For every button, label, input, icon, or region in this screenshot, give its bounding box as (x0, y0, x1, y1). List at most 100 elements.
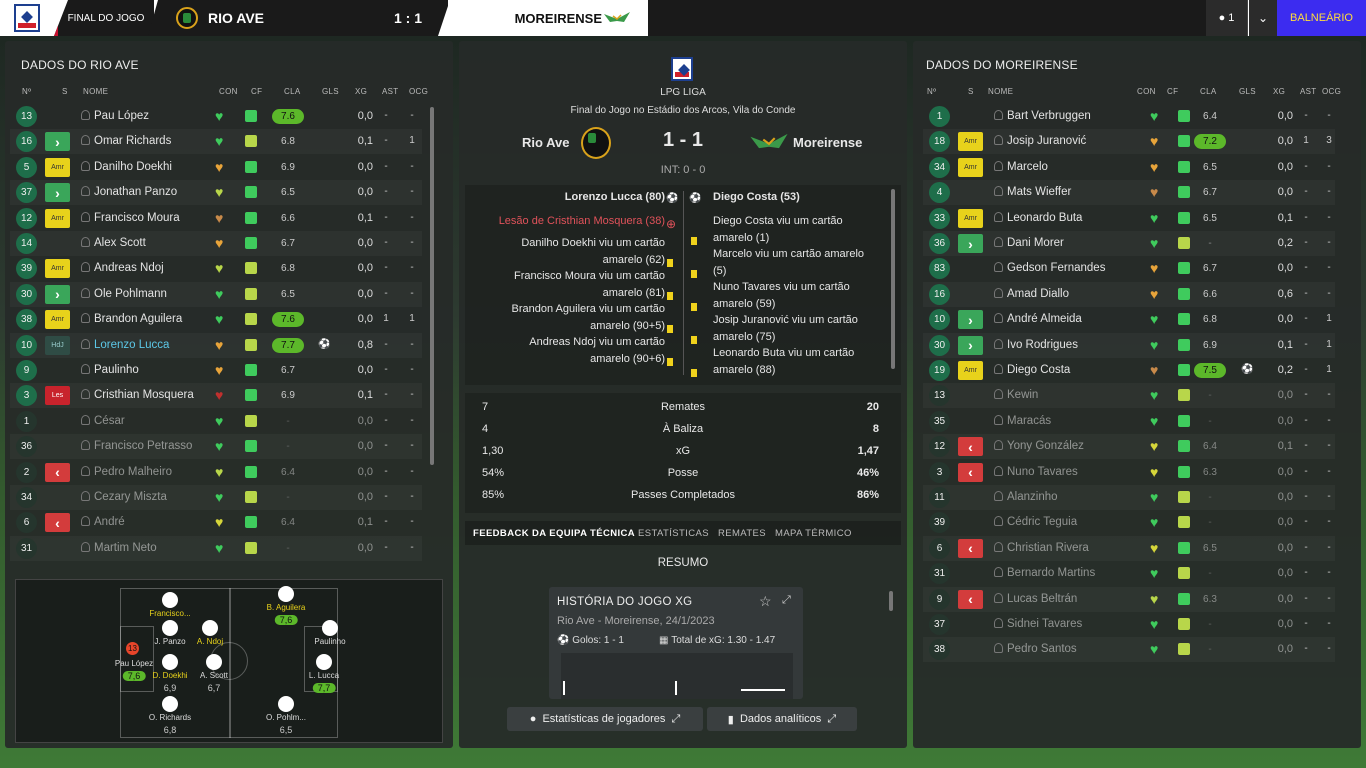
player-name[interactable]: Lucas Beltrán (1007, 593, 1077, 605)
player-name[interactable]: Christian Rivera (1007, 542, 1089, 554)
header-gls[interactable]: GLS (322, 87, 339, 96)
tab-shots[interactable]: REMATES (718, 528, 766, 539)
player-name[interactable]: André (94, 516, 125, 528)
analytics-button[interactable]: ▮ Dados analíticos ⤢ (707, 707, 857, 731)
player-name[interactable]: Cristhian Mosquera (94, 389, 194, 401)
player-row[interactable]: 1 Bart Verbruggen ♥ 6.4 0,0- - (923, 104, 1335, 129)
header-cf[interactable]: CF (1167, 87, 1178, 96)
player-stats-button[interactable]: ● Estatísticas de jogadores ⤢ (507, 707, 703, 731)
player-row[interactable]: 4 Mats Wieffer ♥ 6.7 0,0- - (923, 180, 1335, 205)
player-row[interactable]: 11 Alanzinho ♥ -0,0- - (923, 485, 1335, 510)
player-name[interactable]: Maracás (1007, 415, 1051, 427)
player-name[interactable]: Lorenzo Lucca (94, 339, 169, 351)
player-row[interactable]: 16 Amad Diallo ♥ 6.6 0,6- - (923, 282, 1335, 307)
events-scrollbar[interactable] (891, 189, 895, 369)
chevron-down-icon[interactable]: ⌄ (1249, 0, 1277, 36)
player-name[interactable]: Francisco Moura (94, 212, 180, 224)
player-name[interactable]: Mats Wieffer (1007, 186, 1071, 198)
player-name[interactable]: Sidnei Tavares (1007, 618, 1082, 630)
header-xg[interactable]: XG (1273, 87, 1285, 96)
player-marker[interactable] (162, 696, 178, 712)
player-row[interactable]: 1 César ♥ -0,0- - (10, 409, 422, 434)
player-row[interactable]: 39 Cédric Teguia ♥ -0,0- - (923, 510, 1335, 535)
player-name[interactable]: Danilho Doekhi (94, 161, 172, 173)
player-name[interactable]: Diego Costa (1007, 364, 1070, 376)
player-row[interactable]: 13 Pau López ♥ 7.6 0,0- - (10, 104, 422, 129)
player-row[interactable]: 31 Martim Neto ♥ -0,0- - (10, 536, 422, 561)
player-name[interactable]: André Almeida (1007, 313, 1082, 325)
player-row[interactable]: 34 Amr Marcelo ♥ 6.5 0,0- - (923, 155, 1335, 180)
player-name[interactable]: Alanzinho (1007, 491, 1058, 503)
player-name[interactable]: Bernardo Martins (1007, 567, 1095, 579)
header-ocg[interactable]: OCG (409, 87, 428, 96)
header-cla[interactable]: CLA (1200, 87, 1216, 96)
expand-icon[interactable]: ⤢ (782, 594, 791, 607)
player-row[interactable]: 83 Gedson Fernandes ♥ 6.7 0,0- - (923, 256, 1335, 281)
player-name[interactable]: Amad Diallo (1007, 288, 1069, 300)
tab-feedback[interactable]: FEEDBACK DA EQUIPA TÉCNICA (473, 528, 635, 539)
player-row[interactable]: 38 Amr Brandon Aguilera ♥ 7.6 0,0 1 1 (10, 307, 422, 332)
player-marker[interactable] (278, 696, 294, 712)
player-row[interactable]: 5 Amr Danilho Doekhi ♥ 6.9 0,0- - (10, 155, 422, 180)
player-row[interactable]: 33 Amr Leonardo Buta ♥ 6.5 0,1- - (923, 206, 1335, 231)
summary-scrollbar[interactable] (889, 591, 893, 611)
player-row[interactable]: 38 Pedro Santos ♥ -0,0- - (923, 637, 1335, 662)
player-name[interactable]: Cezary Miszta (94, 491, 167, 503)
header-name[interactable]: NOME (83, 87, 108, 96)
header-ast[interactable]: AST (1300, 87, 1316, 96)
player-row[interactable]: 18 Amr Josip Juranović ♥ 7.2 0,0 1 3 (923, 129, 1335, 154)
player-row[interactable]: 16 › Omar Richards ♥ 6.8 0,1- 1 (10, 129, 422, 154)
player-name[interactable]: Cédric Teguia (1007, 516, 1077, 528)
player-name[interactable]: Bart Verbruggen (1007, 110, 1091, 122)
player-name[interactable]: Francisco Petrasso (94, 440, 192, 452)
player-row[interactable]: 6 ‹ Christian Rivera ♥ 6.5 0,0- - (923, 536, 1335, 561)
player-name[interactable]: Josip Juranović (1007, 135, 1086, 147)
goalkeeper-marker[interactable]: 13 (126, 642, 139, 655)
player-name[interactable]: Ole Pohlmann (94, 288, 167, 300)
player-name[interactable]: Pedro Malheiro (94, 466, 172, 478)
player-name[interactable]: Jonathan Panzo (94, 186, 177, 198)
player-row[interactable]: 6 ‹ André ♥ 6.4 0,1- - (10, 510, 422, 535)
header-status[interactable]: S (968, 87, 974, 96)
player-name[interactable]: Leonardo Buta (1007, 212, 1082, 224)
player-marker[interactable] (162, 620, 178, 636)
header-cla[interactable]: CLA (284, 87, 300, 96)
header-con[interactable]: CON (1137, 87, 1156, 96)
header-cf[interactable]: CF (251, 87, 262, 96)
header-con[interactable]: CON (219, 87, 238, 96)
player-marker[interactable] (278, 586, 294, 602)
player-row[interactable]: 30 › Ole Pohlmann ♥ 6.5 0,0- - (10, 282, 422, 307)
player-marker[interactable] (322, 620, 338, 636)
player-row[interactable]: 3 Les Cristhian Mosquera ♥ 6.9 0,1- - (10, 383, 422, 408)
player-row[interactable]: 2 ‹ Pedro Malheiro ♥ 6.4 0,0- - (10, 460, 422, 485)
scrollbar[interactable] (430, 107, 434, 465)
player-row[interactable]: 12 ‹ Yony González ♥ 6.4 0,1- - (923, 434, 1335, 459)
player-row[interactable]: 30 › Ivo Rodrigues ♥ 6.9 0,1- 1 (923, 333, 1335, 358)
player-marker[interactable] (316, 654, 332, 670)
player-name[interactable]: Pedro Santos (1007, 643, 1077, 655)
user-count-button[interactable]: ● 1 (1206, 0, 1248, 36)
header-num[interactable]: Nº (927, 87, 936, 96)
header-gls[interactable]: GLS (1239, 87, 1256, 96)
player-name[interactable]: Yony González (1007, 440, 1084, 452)
player-name[interactable]: Dani Morer (1007, 237, 1064, 249)
header-ast[interactable]: AST (382, 87, 398, 96)
player-row[interactable]: 37 Sidnei Tavares ♥ -0,0- - (923, 612, 1335, 637)
player-marker[interactable] (206, 654, 222, 670)
player-marker[interactable] (162, 654, 178, 670)
player-row[interactable]: 39 Amr Andreas Ndoj ♥ 6.8 0,0- - (10, 256, 422, 281)
player-row[interactable]: 35 Maracás ♥ -0,0- - (923, 409, 1335, 434)
header-name[interactable]: NOME (988, 87, 1013, 96)
player-row[interactable]: 9 Paulinho ♥ 6.7 0,0- - (10, 358, 422, 383)
player-row[interactable]: 36 › Dani Morer ♥ -0,2- - (923, 231, 1335, 256)
xg-history-card[interactable]: HISTÓRIA DO JOGO XG ☆ ⤢ Rio Ave - Moreir… (549, 587, 803, 699)
player-name[interactable]: Andreas Ndoj (94, 262, 164, 274)
player-row[interactable]: 36 Francisco Petrasso ♥ -0,0- - (10, 434, 422, 459)
header-ocg[interactable]: OCG (1322, 87, 1341, 96)
tab-statistics[interactable]: ESTATÍSTICAS (638, 528, 709, 539)
player-name[interactable]: Marcelo (1007, 161, 1048, 173)
player-row[interactable]: 3 ‹ Nuno Tavares ♥ 6.3 0,0- - (923, 460, 1335, 485)
dressing-room-button[interactable]: BALNEÁRIO (1277, 0, 1366, 36)
player-name[interactable]: Brandon Aguilera (94, 313, 182, 325)
player-name[interactable]: Alex Scott (94, 237, 146, 249)
